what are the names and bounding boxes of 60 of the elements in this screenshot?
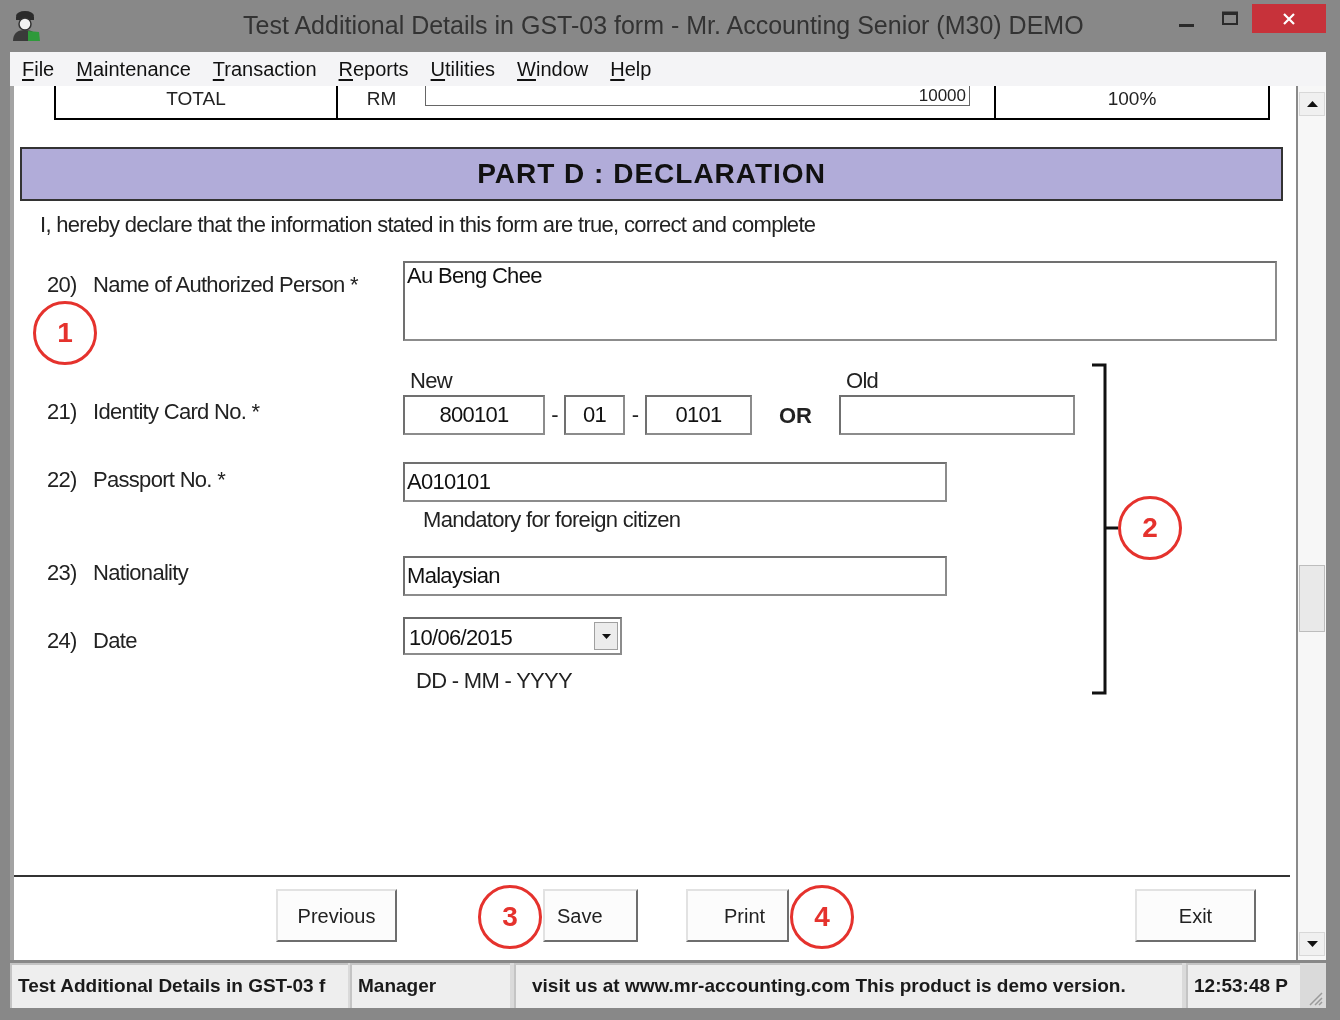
- form-button[interactable]: Exit: [1135, 889, 1256, 942]
- currency-text: RM: [365, 87, 398, 110]
- scroll-down-button[interactable]: [1299, 932, 1325, 956]
- dropdown-button[interactable]: [594, 622, 618, 650]
- user-figure-icon: [12, 11, 40, 41]
- ic-number-field[interactable]: 01: [564, 395, 625, 435]
- table-cell: TOTAL: [56, 86, 338, 118]
- menu-item[interactable]: Utilities: [430, 56, 496, 82]
- field-label: Passport No. *: [93, 466, 227, 494]
- hint-text: DD - MM - YYYY: [416, 669, 573, 693]
- scrollbar-thumb[interactable]: [1299, 565, 1325, 632]
- column-label: Old: [846, 367, 879, 395]
- text-field[interactable]: Malaysian: [403, 556, 947, 596]
- amount-field[interactable]: 10000: [425, 86, 970, 106]
- item-number: 24): [47, 627, 78, 655]
- field-label: Identity Card No. *: [93, 398, 261, 426]
- menu-item[interactable]: Transaction: [212, 56, 317, 82]
- separator-text: -: [550, 401, 559, 429]
- triangle-up-icon: [1306, 101, 1318, 107]
- status-section: 12:53:48 P: [1186, 963, 1300, 1008]
- menu-item[interactable]: File: [22, 56, 55, 82]
- scroll-up-button[interactable]: [1299, 92, 1325, 116]
- ic-number-field[interactable]: 800101: [403, 395, 545, 435]
- separator-text: -: [630, 401, 640, 429]
- item-number: 23): [47, 559, 78, 587]
- field-label: Nationality: [93, 559, 190, 587]
- menu-item[interactable]: Reports: [338, 56, 409, 82]
- item-number: 21): [47, 398, 78, 426]
- item-number: 22): [47, 466, 78, 494]
- minimize-icon: [1178, 24, 1194, 27]
- section-title: PART D : DECLARATION: [477, 157, 826, 191]
- triangle-down-icon: [1306, 941, 1318, 947]
- menu-item[interactable]: Help: [610, 56, 652, 82]
- text-field[interactable]: A010101: [403, 462, 947, 502]
- old-ic-field[interactable]: [839, 395, 1075, 435]
- maximize-icon: [1222, 11, 1238, 25]
- menu-item[interactable]: Window: [517, 56, 589, 82]
- hint-text: Mandatory for foreign citizen: [423, 508, 681, 532]
- form-button[interactable]: Print: [686, 889, 789, 942]
- close-icon: [1283, 12, 1295, 25]
- window-title: Test Additional Details in GST-03 form - Mr. Accounting Senior (M30) DEMO: [243, 10, 1084, 42]
- form-button[interactable]: Previous: [276, 889, 397, 942]
- status-section: visit us at www.mr-accounting.com This product is demo version.: [514, 963, 1182, 1008]
- declaration-text: I, hereby declare that the information stated in this form are true, correct and complete: [40, 212, 816, 238]
- menu-item[interactable]: Maintenance: [76, 56, 191, 82]
- field-label: Date: [93, 627, 138, 655]
- close-button[interactable]: [1252, 4, 1326, 33]
- ic-number-field[interactable]: 0101: [645, 395, 752, 435]
- field-label: Name of Authorized Person *: [93, 271, 359, 299]
- caret-down-icon: [601, 633, 611, 639]
- resize-grip-icon: [1307, 990, 1323, 1006]
- status-section: Test Additional Details in GST-03 f: [10, 963, 348, 1008]
- status-section: Manager: [350, 963, 510, 1008]
- name-field[interactable]: Au Beng Chee: [403, 261, 1277, 341]
- form-button[interactable]: Save: [543, 889, 638, 942]
- table-cell-text: 100%: [1106, 87, 1158, 111]
- item-number: 20): [47, 271, 78, 299]
- column-label: New: [410, 367, 454, 395]
- or-text: OR: [779, 401, 813, 430]
- date-picker[interactable]: 10/06/2015: [403, 617, 622, 655]
